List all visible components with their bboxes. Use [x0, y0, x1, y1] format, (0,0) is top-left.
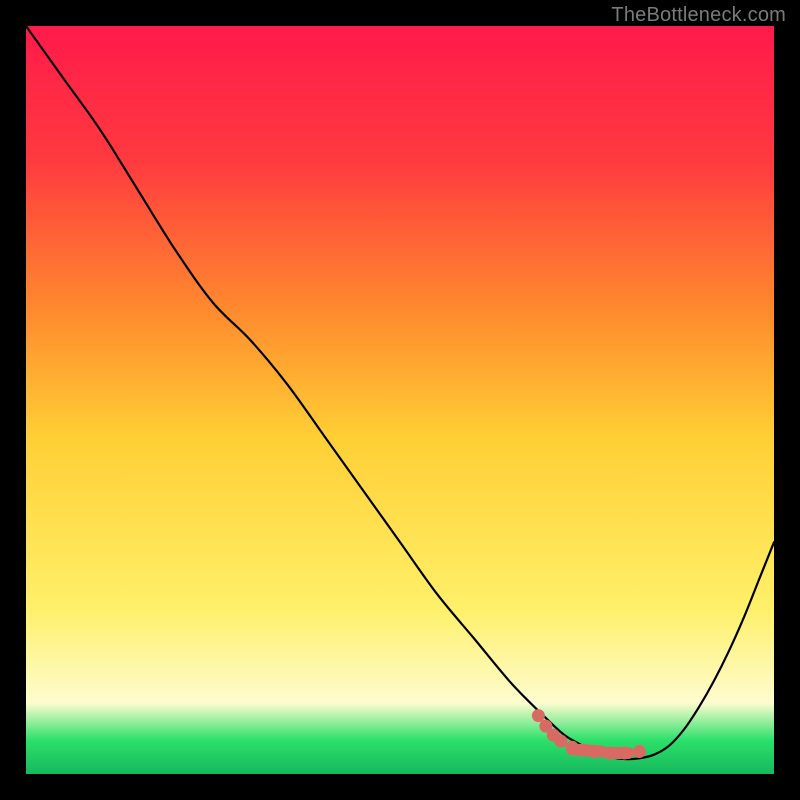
watermark-text: TheBottleneck.com	[611, 4, 786, 27]
marker-dash	[572, 749, 602, 751]
chart-frame: TheBottleneck.com	[0, 0, 800, 800]
chart-svg	[26, 26, 774, 774]
marker-dot	[633, 745, 646, 758]
marker-dot	[532, 709, 545, 722]
marker-dot	[554, 735, 567, 748]
gradient-background	[26, 26, 774, 774]
plot-area	[26, 26, 774, 774]
